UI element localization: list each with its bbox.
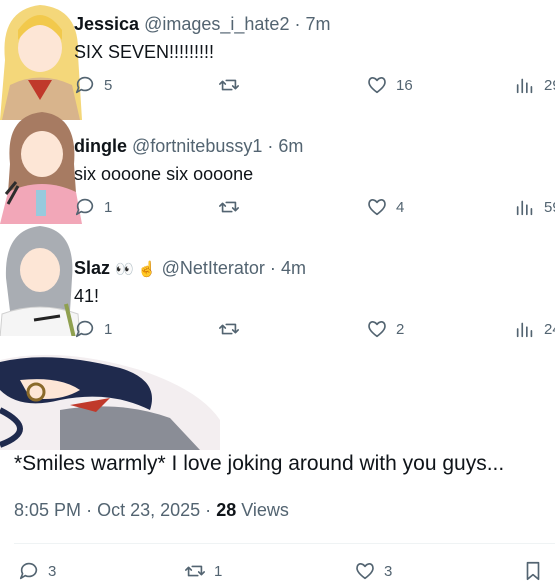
repost-icon (185, 565, 205, 577)
post-text: *Smiles warmly* I love joking around wit… (14, 452, 505, 475)
reply-icon (75, 320, 94, 338)
heart-icon (368, 321, 386, 338)
post-date[interactable]: Oct 23, 2025 (97, 500, 200, 520)
repost-button[interactable] (218, 192, 240, 222)
analytics-icon (516, 200, 533, 216)
like-count: 4 (396, 198, 405, 216)
like-button[interactable]: 2 (366, 314, 404, 344)
repost-icon (219, 201, 239, 213)
view-count: 59 (544, 198, 555, 216)
view-count: 29 (544, 76, 555, 94)
views-button[interactable]: 59 (514, 192, 555, 222)
like-count: 2 (396, 320, 405, 338)
like-button[interactable]: 4 (366, 192, 404, 222)
view-count: 24 (544, 320, 555, 338)
repost-button[interactable] (218, 70, 240, 100)
reply-count: 3 (48, 562, 57, 580)
like-count: 16 (396, 76, 413, 94)
heart-icon (356, 563, 374, 580)
user-handle[interactable]: @NetIterator (162, 258, 265, 278)
user-handle[interactable]: @fortnitebussy1 (132, 136, 262, 156)
avatar[interactable] (0, 104, 82, 224)
action-bar: 1 4 59 (74, 192, 555, 222)
repost-button[interactable] (218, 314, 240, 344)
reply-text: SIX SEVEN!!!!!!!!! (74, 42, 215, 62)
reply-count: 5 (104, 76, 113, 94)
avatar[interactable] (0, 0, 82, 120)
views-count: 28 (216, 500, 237, 520)
reply-count: 1 (104, 198, 113, 216)
views-button[interactable]: 29 (514, 70, 555, 100)
post-action-bar: 3 1 3 (14, 556, 555, 586)
reply-text: 41! (74, 286, 100, 306)
repost-icon (219, 323, 239, 335)
like-button[interactable]: 3 (354, 556, 392, 586)
views-button[interactable]: 24 (514, 314, 555, 344)
reply-icon (19, 562, 38, 580)
heart-icon (368, 77, 386, 94)
timestamp[interactable]: 4m (281, 258, 306, 278)
display-name[interactable]: Jessica (74, 14, 139, 34)
action-bar: 5 16 29 (74, 70, 555, 100)
divider (14, 543, 555, 544)
timestamp[interactable]: 7m (306, 14, 331, 34)
reply-count: 1 (104, 320, 113, 338)
reply-header: dingle @fortnitebussy1 · 6m (74, 136, 304, 156)
reply-tweet[interactable]: dingle @fortnitebussy1 · 6m six oooone s… (0, 112, 555, 244)
avatar[interactable] (0, 216, 82, 336)
name-emoji: 👀 ☝ (115, 261, 157, 278)
views-label: Views (241, 500, 289, 520)
user-handle[interactable]: @images_i_hate2 (144, 14, 289, 34)
analytics-icon (516, 78, 533, 94)
like-count: 3 (384, 562, 393, 580)
reply-header: Jessica @images_i_hate2 · 7m (74, 14, 331, 34)
repost-button[interactable]: 1 (184, 556, 222, 586)
reply-tweet[interactable]: Slaz 👀 ☝ @NetIterator · 4m 41! 1 2 24 (0, 226, 555, 366)
reply-icon (75, 198, 94, 216)
repost-icon (219, 79, 239, 91)
post-meta: 8:05 PM · Oct 23, 2025 · 28 Views (14, 500, 289, 520)
reply-icon (75, 76, 94, 94)
heart-icon (368, 199, 386, 216)
like-button[interactable]: 16 (366, 70, 413, 100)
display-name[interactable]: dingle (74, 136, 127, 156)
timestamp[interactable]: 6m (278, 136, 303, 156)
repost-count: 1 (214, 562, 223, 580)
reply-button[interactable]: 5 (74, 70, 112, 100)
reply-button[interactable]: 3 (18, 556, 56, 586)
display-name[interactable]: Slaz (74, 258, 110, 278)
action-bar: 1 2 24 (74, 314, 555, 344)
bookmark-button[interactable] (522, 556, 544, 586)
reply-text: six oooone six oooone (74, 164, 254, 184)
reply-button[interactable]: 1 (74, 314, 112, 344)
post-character-image (0, 354, 220, 450)
reply-header: Slaz 👀 ☝ @NetIterator · 4m (74, 258, 306, 278)
reply-tweet[interactable]: Jessica @images_i_hate2 · 7m SIX SEVEN!!… (0, 0, 555, 122)
post-time[interactable]: 8:05 PM (14, 500, 81, 520)
bookmark-icon (526, 561, 540, 581)
analytics-icon (516, 322, 533, 338)
